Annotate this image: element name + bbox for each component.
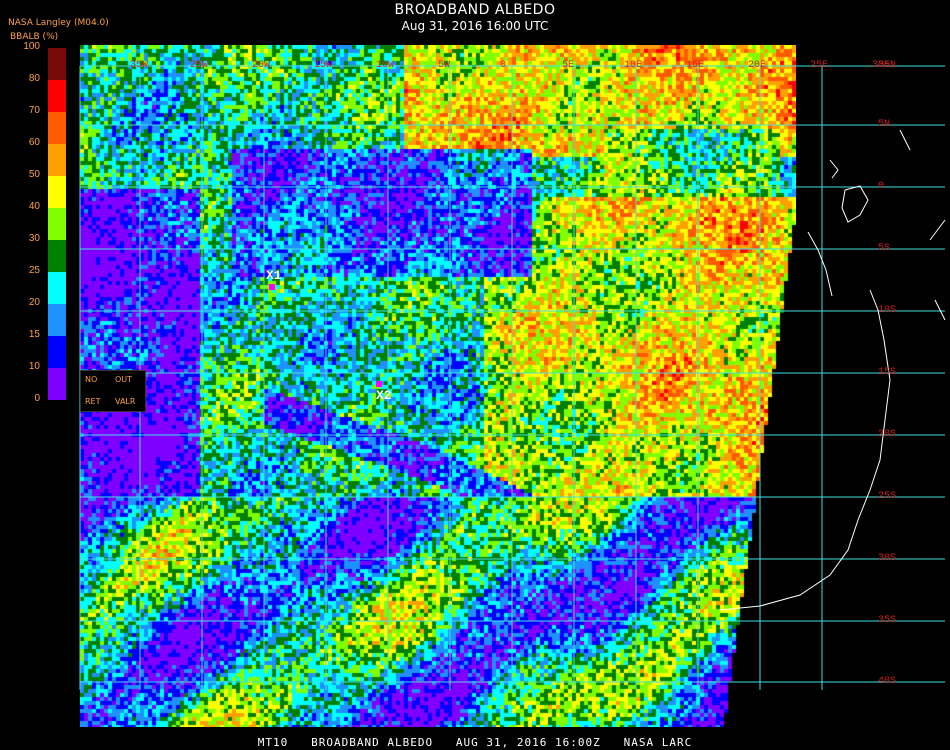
footer-caption: MT10 BROADBAND ALBEDO AUG 31, 2016 16:00… [257, 736, 693, 749]
longitude-label: 0 [500, 60, 507, 71]
latitude-label: 10S [878, 305, 897, 316]
latitude-label: 40S [878, 676, 897, 687]
latitude-label: 15S [878, 367, 897, 378]
marker-x1-label[interactable]: X1 [266, 268, 282, 283]
longitude-label: 5W [438, 60, 451, 71]
ret-label: RET [85, 397, 101, 406]
out-label: OUT [115, 375, 133, 384]
latitude-label: 5S [878, 243, 891, 254]
longitude-label: 15W [314, 60, 333, 71]
marker-x1-dot [269, 284, 275, 290]
longitude-label: 20W [252, 60, 271, 71]
latitude-label: 0 [878, 181, 885, 192]
latitude-label: 20S [878, 429, 897, 440]
longitude-label: 35W [130, 60, 149, 71]
longitude-label: 30E [872, 60, 891, 71]
no-data-legend: NO OUT RET VALR [80, 370, 146, 412]
longitude-label: 10E [624, 60, 643, 71]
marker-x2-label[interactable]: X2 [376, 388, 392, 403]
longitude-label: 25W [190, 60, 209, 71]
longitude-label: 5E [562, 60, 575, 71]
marker-x2-dot [376, 381, 382, 387]
latitude-label: 35S [878, 615, 897, 626]
longitude-label: 15E [686, 60, 705, 71]
longitude-label: 20E [748, 60, 767, 71]
latitude-label: 25S [878, 491, 897, 502]
no-label: NO [85, 375, 98, 384]
longitude-label: 10W [376, 60, 395, 71]
valr-label: VALR [115, 397, 136, 406]
latitude-label: 5N [878, 119, 891, 130]
latitude-label: 30S [878, 553, 897, 564]
coastline [719, 129, 946, 611]
longitude-label: 25E [810, 60, 829, 71]
